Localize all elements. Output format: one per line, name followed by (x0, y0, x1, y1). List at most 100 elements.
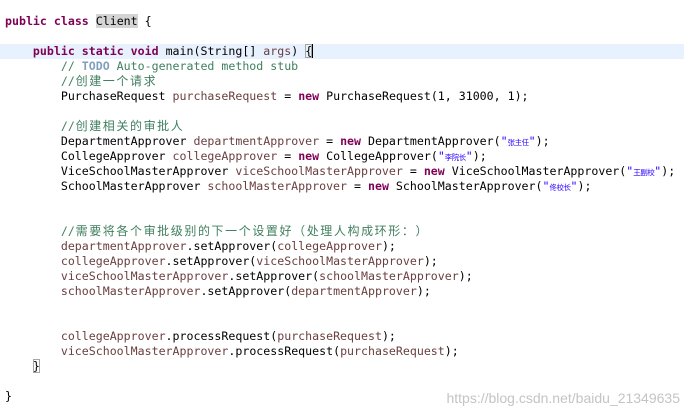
comment-token: //创建一个请求 (5, 74, 156, 88)
code-line[interactable]: public class Client { (0, 14, 684, 29)
code-text: ); (458, 269, 473, 283)
code-line[interactable] (0, 194, 684, 209)
string-literal: "王副校" (626, 164, 662, 178)
cjk-glyph: 个 (116, 74, 129, 88)
code-line[interactable] (0, 209, 684, 224)
code-line[interactable] (0, 314, 684, 329)
code-text: ); (472, 149, 487, 163)
cjk-glyph: 请 (129, 74, 142, 88)
code-line[interactable] (0, 299, 684, 314)
code-text: ); (444, 344, 459, 358)
code-line[interactable]: collegeApprover.setApprover(viceSchoolMa… (0, 254, 684, 269)
cjk-glyph: 创 (75, 74, 88, 88)
string-literal: "李院长" (437, 149, 473, 163)
code-line[interactable]: // TODO Auto-generated method stub (0, 59, 684, 74)
code-text: SchoolMasterApprover (5, 179, 208, 193)
code-line[interactable]: ViceSchoolMasterApprover viceSchoolMaste… (0, 164, 684, 179)
code-line[interactable]: DepartmentApprover departmentApprover = … (0, 134, 684, 149)
keyword-token: new (298, 149, 320, 163)
code-text: = (347, 179, 368, 193)
comment-token: //创建相关的审批人 (5, 119, 183, 133)
code-text: PurchaseRequest(1, 31000, 1); (319, 89, 529, 103)
code-line[interactable]: CollegeApprover collegeApprover = new Co… (0, 149, 684, 164)
code-line[interactable]: departmentApprover.setApprover(collegeAp… (0, 239, 684, 254)
comment-token: //需要将各个审批级别的下一个设置好（处理人构成环形：） (5, 224, 428, 238)
code-text: ); (535, 134, 550, 148)
code-line[interactable]: viceSchoolMasterApprover.setApprover(sch… (0, 269, 684, 284)
variable-identifier: departmentApprover (60, 239, 187, 253)
code-line[interactable]: PurchaseRequest purchaseRequest = new Pu… (0, 89, 684, 104)
keyword-token: public (32, 44, 75, 58)
cjk-glyph: 校 (556, 183, 564, 192)
variable-identifier: collegeApprover (60, 329, 166, 343)
code-line[interactable]: schoolMasterApprover.setApprover(departm… (0, 284, 684, 299)
variable-identifier: purchaseRequest (172, 89, 278, 103)
cjk-glyph: 人 (333, 224, 346, 238)
code-text: .processRequest( (165, 329, 278, 343)
current-code-line[interactable]: public static void main(String[] args) { (0, 44, 684, 59)
cjk-glyph: 院 (451, 153, 460, 162)
cjk-glyph: 环 (374, 224, 387, 238)
keyword-token: new (340, 134, 362, 148)
comment-token: // (5, 59, 82, 73)
matching-bracket: { (305, 44, 313, 58)
keyword-token: public (5, 14, 47, 28)
code-text: { (137, 14, 152, 28)
cjk-glyph: 人 (170, 119, 183, 133)
cjk-glyph: 相 (102, 119, 115, 133)
string-literal: "张主任" (500, 134, 536, 148)
code-text: .setApprover( (165, 254, 257, 268)
code-editor[interactable]: public class Client { public static void… (0, 14, 684, 404)
cjk-glyph: 形 (388, 224, 401, 238)
variable-identifier: collegeApprover (277, 239, 382, 253)
code-line[interactable] (0, 374, 684, 389)
code-text: DepartmentApprover (5, 134, 194, 148)
variable-identifier: collegeApprover (172, 149, 278, 163)
code-text: = (277, 89, 299, 103)
code-text: ); (381, 239, 396, 253)
cjk-glyph: 王 (633, 168, 641, 177)
code-text: ); (381, 329, 396, 343)
cjk-glyph: 一 (102, 74, 115, 88)
code-line[interactable]: collegeApprover.processRequest(purchaseR… (0, 329, 684, 344)
variable-identifier: viceSchoolMasterApprover (60, 269, 229, 283)
code-line[interactable]: SchoolMasterApprover schoolMasterApprove… (0, 179, 684, 194)
cjk-glyph: 批 (157, 119, 170, 133)
code-line[interactable]: //创建一个请求 (0, 74, 684, 89)
cjk-glyph: 成 (361, 224, 374, 238)
code-line[interactable]: //创建相关的审批人 (0, 119, 684, 134)
cjk-glyph: 建 (89, 119, 102, 133)
code-line[interactable] (0, 29, 684, 44)
comment-token: Auto-generated method stub (109, 59, 299, 73)
cjk-glyph: 审 (143, 224, 156, 238)
variable-identifier: viceSchoolMasterApprover (256, 254, 424, 268)
variable-identifier: departmentApprover (193, 134, 320, 148)
cjk-glyph: 置 (265, 224, 278, 238)
cjk-glyph: 将 (102, 224, 115, 238)
cjk-glyph: ： (401, 224, 414, 238)
cjk-glyph: 校 (647, 168, 655, 177)
cjk-glyph: 求 (143, 74, 156, 88)
code-text: main(String[] (158, 44, 264, 58)
code-text: .setApprover( (228, 269, 320, 283)
cjk-glyph: 要 (89, 224, 102, 238)
code-line[interactable] (0, 104, 684, 119)
matching-bracket: } (32, 359, 40, 373)
code-line[interactable]: } (0, 359, 684, 374)
code-line[interactable]: //需要将各个审批级别的下一个设置好（处理人构成环形：） (0, 224, 684, 239)
cjk-glyph: 主 (514, 138, 523, 147)
cjk-glyph: 关 (116, 119, 129, 133)
code-text: ); (661, 164, 676, 178)
java-editor-window: public class Client { public static void… (0, 0, 684, 417)
code-text: CollegeApprover( (319, 149, 438, 163)
keyword-token: void (130, 44, 159, 58)
code-text: ); (423, 254, 438, 268)
code-text: .setApprover( (186, 239, 278, 253)
code-line[interactable]: viceSchoolMasterApprover.processRequest(… (0, 344, 684, 359)
